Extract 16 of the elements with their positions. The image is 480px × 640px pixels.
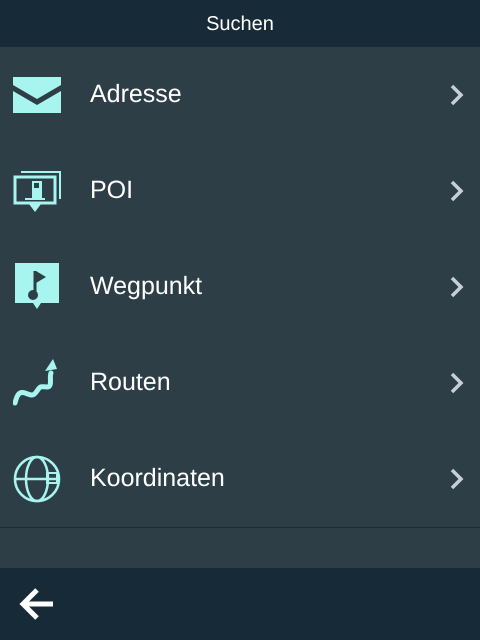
menu-item[interactable]: Adresse <box>0 47 480 143</box>
chevron-right-icon <box>450 372 464 394</box>
fuel-pump-icon <box>13 168 61 214</box>
menu-item[interactable]: Wegpunkt <box>0 239 480 335</box>
menu-item[interactable]: Koordinaten <box>0 431 480 527</box>
chevron-right-icon <box>450 468 464 490</box>
window-title: Suchen <box>206 12 274 36</box>
chevron-right-icon <box>450 180 464 202</box>
flag-pin-icon <box>15 263 59 311</box>
menu-item[interactable]: Routen <box>0 335 480 431</box>
back-arrow-icon <box>19 587 55 621</box>
menu-item[interactable]: POI <box>0 143 480 239</box>
envelope-icon <box>13 77 61 113</box>
globe-icon <box>13 455 61 503</box>
chevron-right-icon <box>450 276 464 298</box>
chevron-right-icon <box>450 84 464 106</box>
